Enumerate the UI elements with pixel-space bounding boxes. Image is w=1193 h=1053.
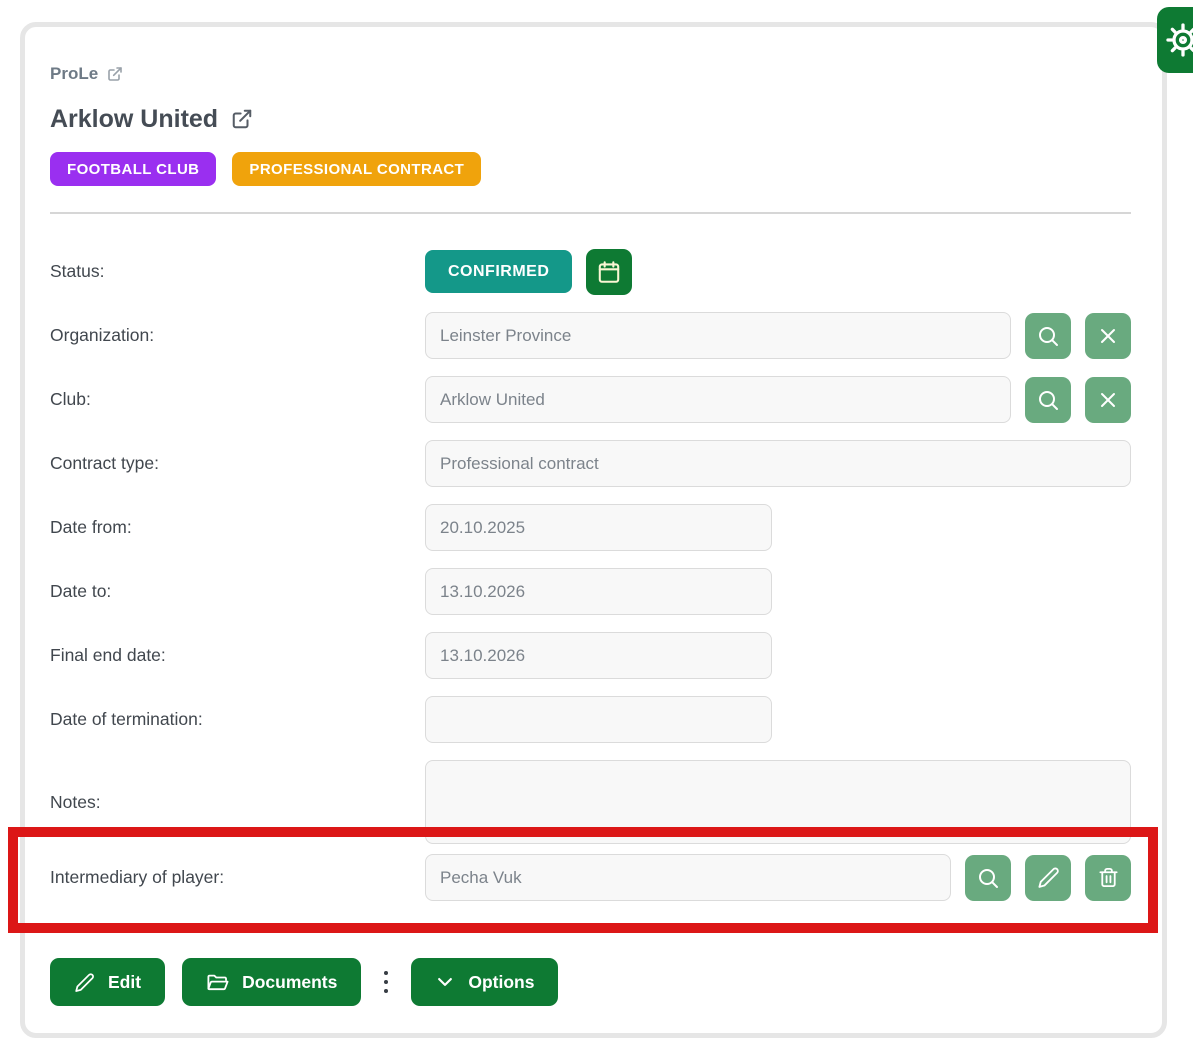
prole-link[interactable]: ProLe — [50, 63, 123, 85]
form-row-date-to: Date to: — [50, 568, 1131, 615]
more-actions-icon[interactable] — [380, 967, 392, 997]
pencil-icon — [74, 972, 95, 993]
notes-textarea[interactable] — [425, 760, 1131, 844]
final-end-date-label: Final end date: — [50, 645, 425, 666]
organization-clear-button[interactable] — [1085, 313, 1131, 359]
club-input[interactable] — [425, 376, 1011, 423]
form-row-club: Club: — [50, 376, 1131, 423]
contract-type-badge: PROFESSIONAL CONTRACT — [232, 152, 481, 186]
close-icon — [1096, 324, 1120, 348]
club-clear-button[interactable] — [1085, 377, 1131, 423]
club-type-badge: FOOTBALL CLUB — [50, 152, 216, 186]
intermediary-search-button[interactable] — [965, 855, 1011, 901]
contract-type-label: Contract type: — [50, 453, 425, 474]
form-row-notes: Notes: — [50, 760, 1131, 844]
form-row-organization: Organization: — [50, 312, 1131, 359]
form-row-intermediary: Intermediary of player: — [50, 854, 1131, 901]
edit-button[interactable]: Edit — [50, 958, 165, 1006]
notes-label: Notes: — [50, 792, 425, 813]
trash-icon — [1097, 866, 1120, 889]
club-label: Club: — [50, 389, 425, 410]
search-icon — [1036, 324, 1060, 348]
form-row-contract-type: Contract type: — [50, 440, 1131, 487]
search-icon — [1036, 388, 1060, 412]
date-of-termination-input[interactable] — [425, 696, 772, 743]
chevron-down-icon — [435, 972, 455, 992]
documents-button-label: Documents — [242, 972, 337, 993]
options-button-label: Options — [468, 972, 534, 993]
options-button[interactable]: Options — [411, 958, 558, 1006]
date-from-label: Date from: — [50, 517, 425, 538]
close-icon — [1096, 388, 1120, 412]
final-end-date-input[interactable] — [425, 632, 772, 679]
prole-link-label: ProLe — [50, 64, 98, 84]
date-to-input[interactable] — [425, 568, 772, 615]
contract-type-input[interactable] — [425, 440, 1131, 487]
documents-button[interactable]: Documents — [182, 958, 361, 1006]
intermediary-label: Intermediary of player: — [50, 867, 425, 888]
folder-open-icon — [206, 971, 229, 994]
status-badge: CONFIRMED — [425, 250, 572, 293]
contract-card: ProLe Arklow United FOOTBALL CLUB PROFES… — [20, 22, 1167, 1038]
status-history-button[interactable] — [586, 249, 632, 295]
form-row-date-of-termination: Date of termination: — [50, 696, 1131, 743]
badges-row: FOOTBALL CLUB PROFESSIONAL CONTRACT — [50, 152, 1131, 186]
settings-button[interactable] — [1157, 7, 1193, 73]
organization-label: Organization: — [50, 325, 425, 346]
intermediary-delete-button[interactable] — [1085, 855, 1131, 901]
organization-search-button[interactable] — [1025, 313, 1071, 359]
organization-input[interactable] — [425, 312, 1011, 359]
intermediary-edit-button[interactable] — [1025, 855, 1071, 901]
header-divider — [50, 212, 1131, 214]
date-to-label: Date to: — [50, 581, 425, 602]
edit-button-label: Edit — [108, 972, 141, 993]
club-search-button[interactable] — [1025, 377, 1071, 423]
contract-form: Status: CONFIRMED Organization: — [50, 248, 1131, 901]
gear-icon — [1165, 22, 1193, 58]
status-label: Status: — [50, 261, 425, 282]
form-row-final-end-date: Final end date: — [50, 632, 1131, 679]
open-entity-button[interactable] — [231, 108, 253, 130]
title-row: Arklow United — [50, 103, 1131, 135]
external-link-icon — [107, 66, 123, 82]
action-bar: Edit Documents Options — [50, 958, 1131, 1006]
page-title: Arklow United — [50, 105, 218, 134]
date-from-input[interactable] — [425, 504, 772, 551]
form-row-status: Status: CONFIRMED — [50, 248, 1131, 295]
form-row-date-from: Date from: — [50, 504, 1131, 551]
pencil-icon — [1037, 866, 1060, 889]
search-icon — [976, 866, 1000, 890]
intermediary-input[interactable] — [425, 854, 951, 901]
calendar-icon — [596, 259, 622, 285]
external-link-icon — [231, 108, 253, 130]
date-of-termination-label: Date of termination: — [50, 709, 425, 730]
